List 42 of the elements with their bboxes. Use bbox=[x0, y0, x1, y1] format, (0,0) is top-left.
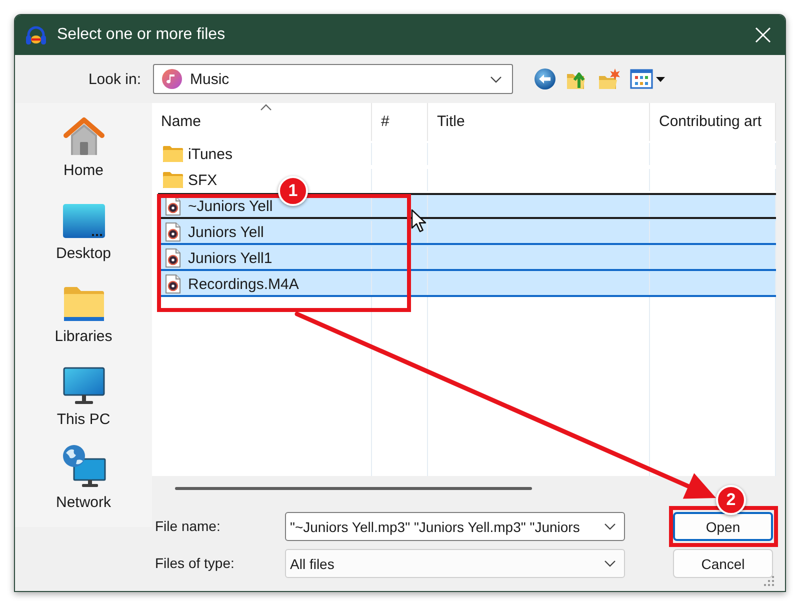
places-item[interactable]: Desktop bbox=[28, 191, 140, 274]
cancel-button[interactable]: Cancel bbox=[673, 549, 773, 578]
places-item[interactable]: Network bbox=[28, 440, 140, 523]
folder-icon bbox=[62, 286, 104, 322]
field-label: Files of type: bbox=[155, 554, 234, 570]
horizontal-scrollbar[interactable] bbox=[175, 486, 532, 490]
cursor-icon bbox=[411, 209, 427, 233]
file-row[interactable]: Juniors Yell bbox=[158, 219, 776, 245]
file-name-field[interactable]: "~Juniors Yell.mp3" "Juniors Yell.mp3" "Juniors bbox=[285, 512, 625, 541]
headphones-icon bbox=[25, 24, 47, 46]
places-item[interactable]: This PC bbox=[28, 357, 140, 440]
new-folder-icon[interactable] bbox=[598, 68, 620, 90]
places-item[interactable]: Home bbox=[28, 108, 140, 191]
chevron-down-icon[interactable] bbox=[490, 76, 502, 82]
audio-file-icon bbox=[165, 222, 181, 242]
window-title: Select one or more files bbox=[57, 26, 226, 44]
file-row[interactable]: Recordings.M4A bbox=[158, 271, 776, 297]
chevron-down-icon[interactable] bbox=[604, 523, 616, 530]
look-in-label: Look in: bbox=[88, 70, 141, 88]
file-type-dropdown[interactable]: All files bbox=[285, 549, 625, 578]
open-button[interactable]: Open bbox=[673, 512, 773, 541]
back-icon[interactable] bbox=[534, 68, 556, 90]
places-item[interactable]: Libraries bbox=[28, 274, 140, 357]
look-in-dropdown[interactable]: Music bbox=[153, 64, 513, 94]
chevron-down-icon[interactable] bbox=[604, 560, 616, 567]
file-row[interactable]: iTunes bbox=[158, 141, 776, 167]
audio-file-icon bbox=[165, 196, 181, 216]
field-label: File name: bbox=[155, 518, 220, 534]
audio-file-icon bbox=[165, 274, 181, 294]
globe-monitor-icon bbox=[62, 444, 106, 488]
house-icon bbox=[62, 116, 106, 156]
audio-file-icon bbox=[165, 248, 181, 268]
sort-caret-icon bbox=[260, 104, 272, 111]
music-note-icon bbox=[162, 69, 182, 89]
file-row[interactable]: Juniors Yell1 bbox=[158, 245, 776, 271]
view-menu-icon[interactable] bbox=[630, 68, 666, 90]
folder-icon bbox=[162, 171, 184, 189]
folder-icon bbox=[162, 145, 184, 163]
desktop-icon bbox=[62, 203, 106, 239]
close-icon[interactable] bbox=[755, 27, 771, 43]
resize-grip-icon[interactable] bbox=[764, 576, 774, 586]
monitor-icon bbox=[62, 367, 104, 405]
